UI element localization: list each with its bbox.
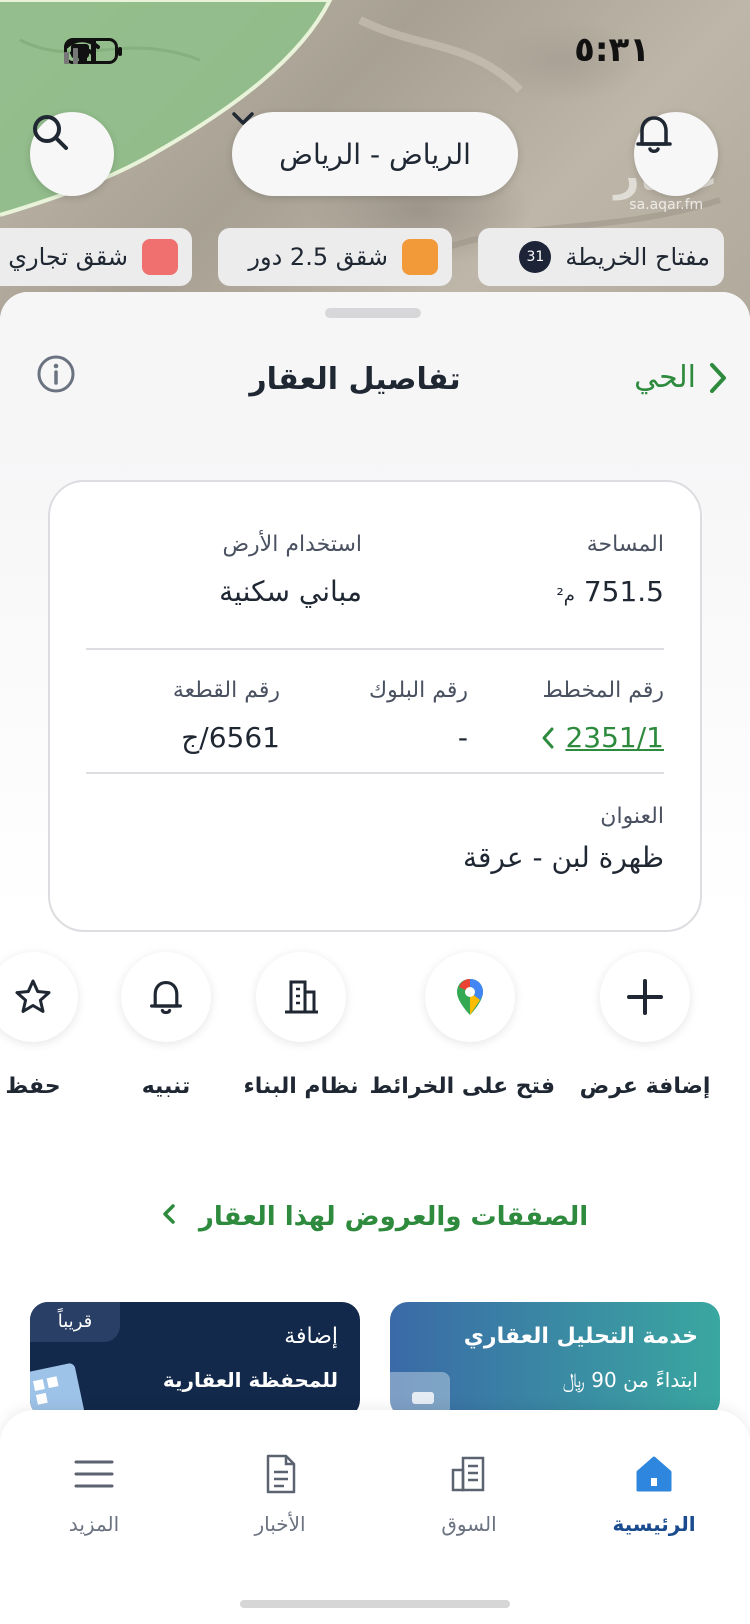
action-label: حفظ — [5, 1074, 61, 1099]
chevron-down-icon — [232, 112, 254, 125]
land-use-cell: استخدام الأرض مباني سكنية — [219, 532, 362, 608]
area-value: 751.5 م² — [556, 575, 664, 608]
watermark-url: sa.aqar.fm — [629, 197, 704, 213]
menu-icon — [74, 1460, 114, 1488]
chip-apartments-2-5[interactable]: شقق 2.5 دور — [218, 228, 452, 286]
nav-home[interactable]: الرئيسية — [584, 1450, 724, 1536]
plus-icon — [627, 979, 663, 1015]
city-selector[interactable]: الرياض - الرياض — [232, 112, 518, 196]
chip-label: شقق تجاري — [8, 243, 128, 271]
red-swatch-icon — [142, 239, 178, 275]
status-time: ٥:٣١ — [574, 30, 650, 70]
nav-market[interactable]: السوق — [399, 1450, 539, 1536]
bell-icon — [150, 981, 182, 1015]
area-label: المساحة — [586, 532, 664, 557]
plan-label: رقم المخطط — [542, 678, 664, 703]
info-icon[interactable] — [36, 354, 76, 394]
details-area: المساحة 751.5 م² استخدام الأرض مباني سكن… — [0, 442, 750, 1002]
card-illustration-icon — [390, 1372, 450, 1416]
calculator-illustration-icon — [30, 1363, 85, 1418]
banner-title: خدمة التحليل العقاري — [463, 1324, 698, 1349]
home-indicator[interactable] — [240, 1600, 510, 1608]
market-icon — [451, 1456, 485, 1492]
bottom-navigation: الرئيسية السوق الأخبار المزيد — [0, 1410, 750, 1624]
area-unit: م² — [556, 585, 575, 606]
bell-icon — [636, 116, 672, 153]
chip-label: مفتاح الخريطة — [565, 243, 710, 271]
block-value: - — [457, 721, 468, 754]
chevron-left-icon — [162, 1202, 176, 1232]
sheet-header: الحي تفاصيل العقار — [0, 292, 750, 442]
chip-commercial-apartments[interactable]: شقق تجاري — [0, 228, 192, 286]
coming-soon-badge: قريباً — [30, 1302, 120, 1342]
nav-label: الأخبار — [254, 1512, 306, 1536]
plan-number-link[interactable]: 2351/1 — [541, 721, 664, 754]
sheet-grabber[interactable] — [325, 308, 421, 318]
nav-label: الرئيسية — [612, 1512, 696, 1536]
search-button[interactable] — [30, 112, 114, 196]
add-offer-button[interactable]: إضافة عرض — [560, 952, 730, 1099]
nav-label: المزيد — [68, 1512, 120, 1536]
banner-subtitle: ابتداءً من 90 ﷼ — [562, 1368, 698, 1392]
plot-label: رقم القطعة — [172, 678, 280, 703]
status-icons — [64, 38, 122, 64]
open-in-maps-button[interactable]: فتح على الخرائط — [369, 952, 555, 1099]
notifications-button[interactable] — [634, 112, 718, 196]
search-icon — [33, 115, 68, 150]
block-cell: رقم البلوك - — [369, 678, 468, 754]
plan-cell: رقم المخطط 2351/1 — [541, 678, 664, 754]
save-button[interactable]: حفظ — [0, 952, 118, 1099]
nav-label: السوق — [441, 1512, 497, 1536]
building-icon — [285, 980, 318, 1014]
news-icon — [266, 1454, 296, 1494]
chevron-left-icon — [542, 727, 554, 748]
star-icon — [15, 979, 51, 1013]
deals-and-offers-link[interactable]: الصفقات والعروض لهذا العقار — [0, 1202, 750, 1232]
portfolio-banner[interactable]: قريباً إضافة للمحفظة العقارية — [30, 1302, 360, 1418]
address-cell: العنوان ظهرة لبن - عرقة — [463, 804, 664, 874]
sheet-title: تفاصيل العقار — [249, 362, 461, 397]
map-pin-icon — [457, 979, 483, 1015]
map-view[interactable]: ٥:٣١ الرياض - الرياض عقار sa.aqar.fm مفت… — [0, 0, 750, 320]
plot-value: 6561/ج — [181, 721, 280, 754]
divider — [86, 648, 664, 650]
block-label: رقم البلوك — [368, 678, 468, 703]
action-label: فتح على الخرائط — [369, 1074, 555, 1099]
banner-subtitle: للمحفظة العقارية — [162, 1368, 338, 1392]
address-label: العنوان — [600, 804, 664, 829]
home-icon — [636, 1456, 672, 1492]
chip-label: شقق 2.5 دور — [248, 243, 388, 271]
property-info-card: المساحة 751.5 م² استخدام الأرض مباني سكن… — [48, 480, 702, 932]
land-use-value: مباني سكنية — [219, 575, 362, 608]
area-cell: المساحة 751.5 م² — [557, 532, 664, 608]
nav-news[interactable]: الأخبار — [210, 1450, 350, 1536]
action-label: إضافة عرض — [579, 1074, 711, 1099]
action-buttons: إضافة عرض فتح على الخرائط نظام البناء تن… — [0, 952, 750, 1122]
nav-more[interactable]: المزيد — [24, 1450, 164, 1536]
chip-count: 31 — [519, 241, 552, 273]
plot-cell: رقم القطعة 6561/ج — [173, 678, 280, 754]
banner-title: إضافة — [284, 1324, 338, 1349]
land-use-label: استخدام الأرض — [222, 532, 362, 557]
divider — [86, 772, 664, 774]
orange-swatch-icon — [402, 239, 438, 275]
map-legend-chips: مفتاح الخريطة 31 شقق 2.5 دور شقق تجاري — [0, 228, 750, 288]
analysis-service-banner[interactable]: خدمة التحليل العقاري ابتداءً من 90 ﷼ — [390, 1302, 720, 1418]
city-label: الرياض - الرياض — [279, 137, 471, 171]
signal-icon — [64, 40, 96, 64]
chip-map-key[interactable]: مفتاح الخريطة 31 — [478, 228, 724, 286]
address-value: ظهرة لبن - عرقة — [463, 841, 664, 874]
